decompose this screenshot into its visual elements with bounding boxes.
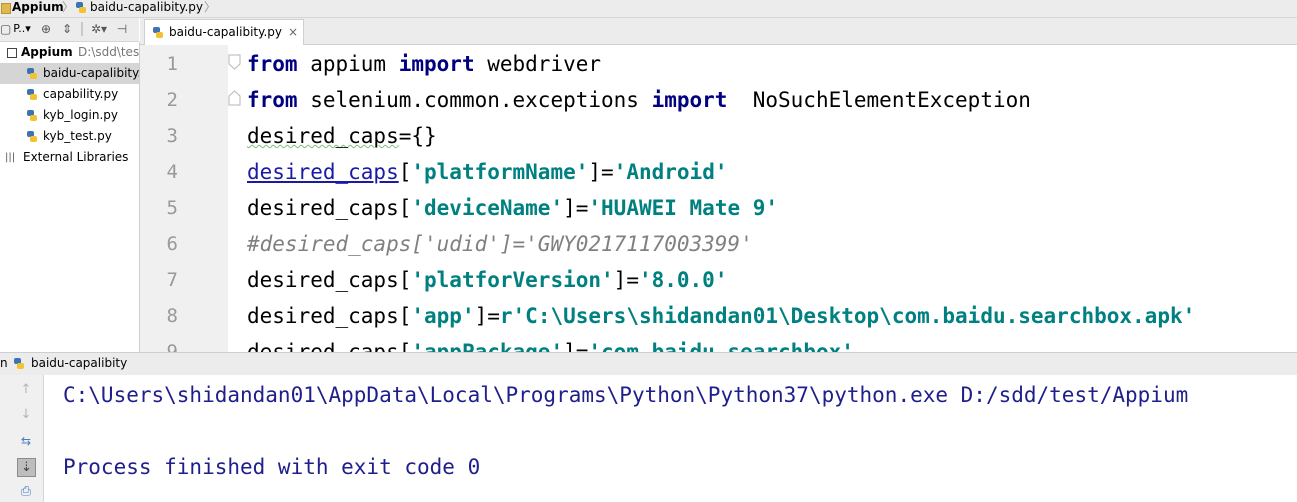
breadcrumb: Appium 〉 baidu-capalibity.py 〉 <box>0 0 1297 18</box>
hide-icon[interactable]: ⊣ <box>115 22 129 36</box>
run-panel-header: n baidu-capalibity <box>0 352 1297 376</box>
gear-icon[interactable]: ✲▾ <box>89 22 109 36</box>
code-line-6: #desired_caps['udid']='GWY0217117003399' <box>247 232 753 256</box>
tree-file-label: baidu-capalibity. <box>43 66 140 80</box>
tree-external-libraries[interactable]: ||| External Libraries <box>0 147 139 168</box>
tree-file-label: kyb_login.py <box>43 108 119 122</box>
line-number: 2 <box>166 89 178 111</box>
breadcrumb-separator-icon: 〉 <box>62 0 75 14</box>
line-number: 3 <box>166 125 178 147</box>
code-line-8: desired_caps['app']=r'C:\Users\shidandan… <box>247 304 1196 328</box>
tree-root[interactable]: Appium D:\sdd\tes <box>0 42 139 63</box>
tree-file-label: kyb_test.py <box>43 129 112 143</box>
project-toolbar: ▢ P..▾ ⊕ ⇕ ✲▾ ⊣ <box>0 18 139 42</box>
target-icon[interactable]: ⊕ <box>39 22 53 36</box>
line-number: 1 <box>166 53 178 75</box>
tree-root-path: D:\sdd\tes <box>78 45 140 59</box>
folder-icon <box>1 3 11 14</box>
arrow-up-icon[interactable]: ↑ <box>17 381 35 399</box>
console-line: C:\Users\shidandan01\AppData\Local\Progr… <box>63 383 1189 407</box>
collapse-icon[interactable]: ⇕ <box>60 22 74 36</box>
tree-file-item[interactable]: baidu-capalibity. <box>0 63 139 84</box>
tree-external-label: External Libraries <box>23 150 129 164</box>
code-line-1: from appium import webdriver <box>247 52 602 76</box>
tree-file-item[interactable]: kyb_login.py <box>0 105 139 126</box>
print-icon[interactable]: ⎙ <box>17 483 35 501</box>
run-config-name[interactable]: baidu-capalibity <box>31 356 127 371</box>
code-line-3: desired_caps={} <box>247 124 437 148</box>
python-file-icon <box>153 27 163 38</box>
tree-file-label: capability.py <box>43 87 119 101</box>
code-line-5: desired_caps['deviceName']='HUAWEI Mate … <box>247 196 779 220</box>
library-icon: ||| <box>5 152 16 163</box>
code-line-4: desired_caps['platformName']='Android' <box>247 160 728 184</box>
line-number: 8 <box>166 305 178 327</box>
code-line-9: desired_caps['appPackage']='com.baidu.se… <box>247 340 854 352</box>
python-file-icon <box>14 358 24 369</box>
editor-tab[interactable]: baidu-capalibity.py × <box>144 19 304 45</box>
breadcrumb-file[interactable]: baidu-capalibity.py <box>90 0 203 15</box>
line-number: 6 <box>166 233 178 255</box>
tree-file-item[interactable]: capability.py <box>0 84 139 105</box>
breadcrumb-separator-icon: 〉 <box>204 0 217 14</box>
project-view-icon: ▢ <box>0 22 12 36</box>
python-file-icon <box>27 131 37 142</box>
code-line-2: from selenium.common.exceptions import N… <box>247 88 1031 112</box>
close-icon[interactable]: × <box>288 20 298 44</box>
folder-icon <box>7 48 17 58</box>
line-number: 9 <box>166 341 178 352</box>
python-file-icon <box>76 2 86 13</box>
python-file-icon <box>27 89 37 100</box>
arrow-down-icon[interactable]: ↓ <box>17 406 35 424</box>
fold-end-icon[interactable] <box>228 90 241 106</box>
editor-tab-bar: baidu-capalibity.py × <box>140 18 1297 45</box>
fold-start-icon[interactable] <box>228 54 241 70</box>
console-line: Process finished with exit code 0 <box>63 455 481 479</box>
python-file-icon <box>27 68 37 79</box>
code-line-7: desired_caps['platforVersion']='8.0.0' <box>247 268 728 292</box>
tree-root-label: Appium <box>21 45 73 59</box>
project-tree: Appium D:\sdd\tes baidu-capalibity. capa… <box>0 42 140 352</box>
breadcrumb-project[interactable]: Appium <box>12 0 64 15</box>
scroll-to-end-icon[interactable]: ⇣ <box>17 458 36 477</box>
editor-tab-label: baidu-capalibity.py <box>169 25 283 39</box>
line-number: 4 <box>166 161 178 183</box>
line-number: 7 <box>166 269 178 291</box>
python-file-icon <box>27 110 37 121</box>
line-number: 5 <box>166 197 178 219</box>
run-toolbar: ↑ ↓ ⇆ ⇣ ⎙ <box>0 375 44 502</box>
soft-wrap-icon[interactable]: ⇆ <box>17 432 35 450</box>
project-view-selector[interactable]: P..▾ <box>10 22 34 36</box>
tree-file-item[interactable]: kyb_test.py <box>0 126 139 147</box>
toolbar-divider <box>81 22 83 36</box>
run-panel-label: n <box>0 356 8 370</box>
